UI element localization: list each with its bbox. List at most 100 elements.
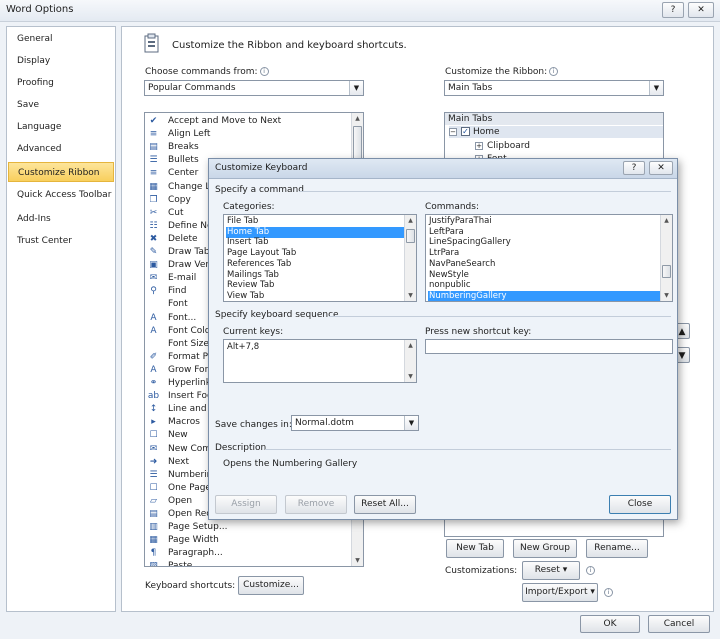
- command-item[interactable]: ▤ Breaks: [147, 141, 352, 154]
- scroll-up-icon[interactable]: ▲: [352, 113, 363, 124]
- category-item[interactable]: Mailings Tab: [226, 270, 404, 281]
- category-item[interactable]: Review Tab: [226, 280, 404, 291]
- reset-all-button[interactable]: Reset All...: [354, 495, 416, 514]
- command-item[interactable]: ▥ Page Setup...: [147, 521, 352, 534]
- nav-item-add-ins[interactable]: Add-Ins: [8, 209, 114, 229]
- scroll-down-icon[interactable]: ▼: [661, 290, 672, 301]
- nav-item-trust-center[interactable]: Trust Center: [8, 231, 114, 251]
- category-item[interactable]: Page Layout Tab: [226, 248, 404, 259]
- dialog-command-item[interactable]: LtrPara: [428, 248, 660, 259]
- category-item[interactable]: References Tab: [226, 259, 404, 270]
- command-label: Open Rec: [168, 509, 212, 519]
- tree-item-clipboard[interactable]: + Clipboard: [475, 140, 530, 152]
- command-icon: ❐: [149, 194, 158, 205]
- command-item[interactable]: ≡ Align Left: [147, 128, 352, 141]
- nav-item-general[interactable]: General: [8, 29, 114, 49]
- current-keys-list[interactable]: Alt+7,8 ▲ ▼: [223, 339, 417, 383]
- command-item[interactable]: ¶ Paragraph...: [147, 547, 352, 560]
- close-dialog-button[interactable]: Close: [609, 495, 671, 514]
- command-label: New: [168, 430, 188, 441]
- reset-button[interactable]: Reset ▾: [522, 561, 580, 580]
- divider: [329, 316, 671, 317]
- rename-button[interactable]: Rename...: [586, 539, 648, 558]
- dialog-command-item[interactable]: LineSpacingGallery: [428, 237, 660, 248]
- command-label: Next: [168, 456, 189, 467]
- scroll-up-icon[interactable]: ▲: [661, 215, 672, 226]
- dialog-commands-list[interactable]: JustifyParaThai LeftPara LineSpacingGaller…: [425, 214, 673, 302]
- command-icon: ≡: [149, 168, 158, 179]
- new-tab-button[interactable]: New Tab: [446, 539, 504, 558]
- nav-item-customize-ribbon[interactable]: Customize Ribbon: [8, 162, 114, 182]
- customize-ribbon-select[interactable]: Main Tabs ▼: [444, 80, 664, 96]
- nav-item-language[interactable]: Language: [8, 117, 114, 137]
- dialog-command-item[interactable]: LeftPara: [428, 227, 660, 238]
- scroll-down-icon[interactable]: ▼: [405, 290, 416, 301]
- new-shortcut-label: Press new shortcut key:: [425, 327, 532, 337]
- nav-item-proofing[interactable]: Proofing: [8, 73, 114, 93]
- categories-list[interactable]: File Tab Home Tab Insert Tab Page Layout Ta…: [223, 214, 417, 302]
- command-label: Define Ne: [168, 220, 213, 231]
- scroll-thumb[interactable]: [662, 265, 671, 278]
- customizations-label: Customizations:: [445, 566, 518, 576]
- command-label: Paste: [168, 561, 193, 567]
- command-icon: ✖: [149, 233, 158, 244]
- command-label: Font Colo: [168, 325, 211, 336]
- help-button[interactable]: ?: [662, 2, 684, 18]
- new-shortcut-input[interactable]: [425, 339, 673, 354]
- customize-keyboard-button[interactable]: Customize...: [238, 576, 304, 595]
- category-item[interactable]: File Tab: [226, 216, 404, 227]
- scroll-thumb[interactable]: [406, 229, 415, 243]
- new-group-button[interactable]: New Group: [513, 539, 577, 558]
- dialog-close-icon[interactable]: ✕: [649, 161, 673, 175]
- category-item[interactable]: View Tab: [226, 291, 404, 301]
- command-icon: ☐: [149, 482, 158, 493]
- choose-commands-select[interactable]: Popular Commands ▼: [144, 80, 364, 96]
- remove-button[interactable]: Remove: [285, 495, 347, 514]
- nav-item-advanced[interactable]: Advanced: [8, 139, 114, 159]
- command-label: New Com: [168, 443, 212, 454]
- command-icon: ⚲: [150, 286, 157, 297]
- dialog-command-item[interactable]: NewStyle: [428, 270, 660, 281]
- nav-item-save[interactable]: Save: [8, 95, 114, 115]
- dialog-help-button[interactable]: ?: [623, 161, 645, 175]
- import-export-button[interactable]: Import/Export ▾: [522, 583, 598, 602]
- description-text: Opens the Numbering Gallery: [223, 459, 358, 469]
- current-keys-scrollbar[interactable]: ▲ ▼: [404, 340, 416, 382]
- dialog-command-item[interactable]: NumberingGallery: [428, 290, 660, 301]
- nav-item-quick-access-toolbar[interactable]: Quick Access Toolbar: [8, 185, 114, 205]
- categories-scrollbar[interactable]: ▲ ▼: [404, 215, 416, 301]
- expand-icon[interactable]: +: [475, 141, 483, 150]
- command-item[interactable]: ▨ Paste: [147, 560, 352, 567]
- dialog-command-item[interactable]: NavPaneSearch: [428, 259, 660, 270]
- command-icon: ✎: [149, 247, 158, 257]
- dialog-command-item[interactable]: nonpublic: [428, 280, 660, 291]
- cancel-button[interactable]: Cancel: [648, 615, 710, 633]
- command-icon: ☐: [149, 430, 158, 441]
- category-item[interactable]: Insert Tab: [226, 237, 404, 248]
- command-item[interactable]: ✔ Accept and Move to Next: [147, 115, 352, 128]
- scroll-down-icon[interactable]: ▼: [352, 555, 363, 566]
- current-key-item[interactable]: Alt+7,8: [226, 342, 259, 353]
- command-icon: ⚭: [149, 378, 158, 388]
- command-item[interactable]: ▦ Page Width: [147, 534, 352, 547]
- collapse-icon[interactable]: −: [449, 127, 457, 136]
- scroll-up-icon[interactable]: ▲: [405, 340, 416, 351]
- nav-item-display[interactable]: Display: [8, 51, 114, 71]
- tree-item-home[interactable]: − ✓ Home: [449, 126, 663, 138]
- specify-sequence-heading: Specify keyboard sequence: [215, 310, 339, 320]
- close-button[interactable]: ✕: [688, 2, 714, 18]
- ribbon-customize-icon: [144, 33, 159, 53]
- chevron-down-icon: ▼: [349, 81, 363, 95]
- assign-button[interactable]: Assign: [215, 495, 277, 514]
- ok-button[interactable]: OK: [580, 615, 640, 633]
- category-item[interactable]: Home Tab: [226, 226, 404, 238]
- command-icon: ▤: [149, 509, 158, 519]
- scroll-up-icon[interactable]: ▲: [405, 215, 416, 226]
- save-changes-select[interactable]: Normal.dotm ▼: [291, 415, 419, 431]
- scroll-down-icon[interactable]: ▼: [405, 371, 416, 382]
- chevron-down-icon: ▼: [649, 81, 663, 95]
- dialog-command-item[interactable]: JustifyParaThai: [428, 216, 660, 227]
- dialog-commands-scrollbar[interactable]: ▲ ▼: [660, 215, 672, 301]
- window-title: Word Options: [6, 4, 74, 15]
- checkbox-checked-icon[interactable]: ✓: [461, 127, 470, 136]
